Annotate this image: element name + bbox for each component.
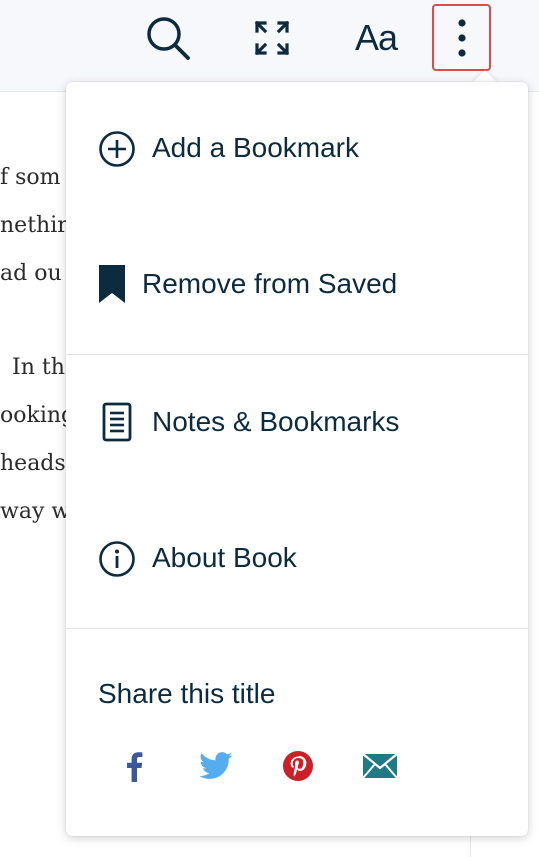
more-vertical-icon: [457, 18, 466, 57]
reader-toolbar: Aa: [0, 0, 539, 92]
page-text-line: way w: [0, 499, 71, 524]
share-pinterest-button[interactable]: [276, 746, 320, 786]
page-text-line: ad ou: [0, 261, 62, 286]
about-book-item[interactable]: About Book: [66, 508, 528, 608]
more-options-button[interactable]: [432, 4, 491, 71]
share-facebook-button[interactable]: [112, 746, 156, 786]
bookmark-icon: [98, 264, 126, 304]
notes-icon: [102, 402, 132, 442]
font-settings-label: Aa: [354, 17, 398, 58]
search-button[interactable]: [140, 8, 196, 68]
page-text-line: ooking: [0, 403, 76, 428]
menu-divider: [66, 354, 528, 355]
remove-from-saved-label: Remove from Saved: [142, 268, 398, 299]
fullscreen-button[interactable]: [246, 8, 298, 68]
remove-from-saved-item[interactable]: Remove from Saved: [66, 234, 528, 334]
page-text-line: In th: [12, 355, 65, 380]
share-email-button[interactable]: [358, 746, 402, 786]
add-bookmark-label: Add a Bookmark: [152, 132, 359, 163]
search-icon: [147, 17, 190, 60]
page-text-line: f som: [0, 165, 61, 190]
font-settings-button[interactable]: Aa: [345, 8, 407, 68]
plus-circle-icon: [98, 130, 136, 168]
email-icon: [362, 753, 398, 779]
notes-bookmarks-item[interactable]: Notes & Bookmarks: [66, 372, 528, 472]
pinterest-icon: [283, 751, 313, 781]
notes-bookmarks-label: Notes & Bookmarks: [152, 406, 400, 437]
options-menu: Add a Bookmark Remove from Saved Notes &…: [66, 82, 528, 836]
share-title: Share this title: [98, 678, 276, 709]
menu-divider: [66, 628, 528, 629]
page-text-line: nethir: [0, 213, 68, 238]
facebook-icon: [127, 752, 143, 782]
twitter-icon: [199, 752, 233, 779]
page-text-line: heads: [0, 451, 66, 476]
add-bookmark-item[interactable]: Add a Bookmark: [66, 98, 528, 198]
about-book-label: About Book: [152, 542, 297, 573]
info-icon: [98, 540, 136, 578]
fullscreen-icon: [254, 20, 290, 56]
share-twitter-button[interactable]: [194, 746, 238, 786]
